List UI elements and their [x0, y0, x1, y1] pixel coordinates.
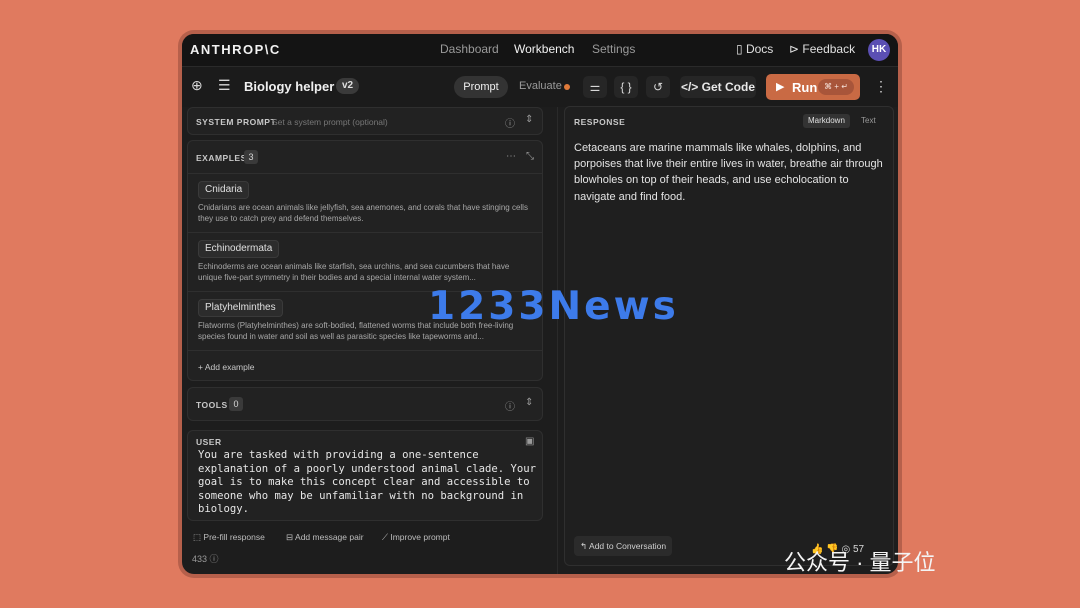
example-title: Cnidaria [198, 181, 250, 199]
examples-count: 3 [244, 150, 258, 164]
return-arrow-icon: ↰ [580, 541, 588, 551]
avatar[interactable]: HK [868, 39, 890, 61]
tools-count: 0 [229, 397, 243, 411]
nav-workbench[interactable]: Workbench [514, 42, 574, 56]
add-message-pair-button[interactable]: ⊟ Add message pair [286, 532, 364, 543]
list-icon[interactable]: ☰ [218, 77, 231, 94]
image-icon[interactable]: ▣ [525, 436, 534, 447]
tab-prompt[interactable]: Prompt [454, 76, 508, 98]
token-count-value: 433 [192, 554, 208, 564]
response-text: Cetaceans are marine mammals like whales… [574, 142, 883, 203]
code-icon: </> [680, 80, 699, 94]
prompt-title[interactable]: Biology helper [244, 79, 334, 94]
tools-label: TOOLS [196, 400, 228, 410]
example-description: Cnidarians are ocean animals like jellyf… [198, 203, 528, 223]
response-panel: RESPONSE Markdown Text Cetaceans are mar… [564, 106, 894, 566]
run-button[interactable]: ▶ Run ⌘ + ↵ [766, 74, 860, 100]
sliders-icon[interactable]: ⚌ [583, 76, 607, 98]
anthropic-logo: ANTHROP\C [190, 42, 281, 57]
token-count: 433 ⓘ [192, 552, 219, 565]
top-bar: ANTHROP\C Dashboard Workbench Settings ▯… [182, 34, 898, 67]
example-title: Echinodermata [198, 240, 280, 258]
play-icon: ▶ [776, 81, 785, 93]
system-prompt-input[interactable]: Set a system prompt (optional) [272, 117, 388, 127]
feedback-label: Feedback [802, 42, 856, 56]
add-circle-icon[interactable]: ⊕ [191, 77, 203, 94]
prefill-label: Pre-fill response [203, 532, 265, 542]
history-icon[interactable]: ↺ [646, 76, 670, 98]
info-icon[interactable]: ⓘ [505, 115, 515, 130]
docs-link[interactable]: ▯ Docs [736, 42, 773, 56]
user-message-panel[interactable]: USER ▣ You are tasked with providing a o… [187, 430, 543, 521]
add-to-conversation-label: Add to Conversation [589, 541, 667, 551]
response-label: RESPONSE [574, 117, 626, 127]
watermark-text: 1233News [428, 284, 679, 329]
add-to-conversation-button[interactable]: ↰ Add to Conversation [574, 536, 673, 556]
feedback-link[interactable]: ⊳ Feedback [789, 42, 855, 56]
prefill-response-button[interactable]: ⬚ Pre-fill response [193, 532, 265, 543]
info-icon[interactable]: ⓘ [505, 398, 515, 413]
dashed-box-icon: ⬚ [193, 532, 202, 542]
improve-label: Improve prompt [390, 532, 450, 542]
document-icon: ▯ [736, 42, 743, 56]
improve-prompt-button[interactable]: ⟋ Improve prompt [382, 532, 450, 543]
tab-evaluate[interactable]: Evaluate [519, 80, 562, 92]
system-prompt-panel[interactable]: SYSTEM PROMPT Set a system prompt (optio… [187, 107, 543, 135]
run-label: Run [792, 80, 818, 95]
add-pair-label: Add message pair [295, 532, 364, 542]
example-item[interactable]: Echinodermata Echinoderms are ocean anim… [188, 232, 542, 292]
wand-icon: ⟋ [382, 532, 388, 542]
expand-toggle-icon[interactable]: ⇕ [525, 397, 533, 408]
info-icon[interactable]: ⓘ [210, 554, 219, 564]
user-label: USER [196, 437, 222, 447]
add-example-row: + Add example [188, 350, 542, 381]
tools-panel[interactable]: TOOLS 0 ⓘ ⇕ [187, 387, 543, 421]
more-horizontal-icon[interactable]: ⋯ [506, 151, 516, 162]
run-shortcut: ⌘ + ↵ [818, 79, 854, 95]
collapse-icon[interactable]: ⤡ [526, 151, 534, 162]
version-badge[interactable]: v2 [336, 78, 360, 94]
user-message-input[interactable]: You are tasked with providing a one-sent… [198, 449, 538, 517]
example-description: Echinoderms are ocean animals like starf… [198, 262, 510, 282]
docs-label: Docs [745, 42, 774, 56]
message-icon: ⊟ [286, 532, 294, 542]
get-code-button[interactable]: </> Get Code [680, 76, 756, 98]
expand-toggle-icon[interactable]: ⇕ [525, 114, 533, 125]
nav-dashboard[interactable]: Dashboard [440, 42, 499, 56]
format-markdown-toggle[interactable]: Markdown [803, 114, 850, 128]
get-code-label: Get Code [701, 80, 756, 94]
examples-panel: EXAMPLES 3 ⋯ ⤡ Cnidaria Cnidarians are o… [187, 140, 543, 381]
variables-icon[interactable]: { } [614, 76, 638, 98]
add-example-button[interactable]: + Add example [198, 362, 254, 372]
more-vertical-icon[interactable]: ⋮ [874, 78, 888, 95]
feedback-icon: ⊳ [789, 42, 800, 56]
evaluate-status-dot [564, 84, 570, 90]
system-prompt-label: SYSTEM PROMPT [196, 117, 277, 127]
example-title: Platyhelminthes [198, 299, 283, 317]
format-text-toggle[interactable]: Text [861, 116, 876, 125]
channel-watermark: 公众号 · 量子位 [784, 550, 936, 575]
toolbar: ⊕ ☰ Biology helper v2 Prompt Evaluate ⚌ … [182, 67, 898, 107]
nav-settings[interactable]: Settings [592, 42, 635, 56]
example-item[interactable]: Cnidaria Cnidarians are ocean animals li… [188, 173, 542, 233]
pane-divider[interactable] [557, 107, 558, 574]
examples-label: EXAMPLES [196, 153, 247, 163]
